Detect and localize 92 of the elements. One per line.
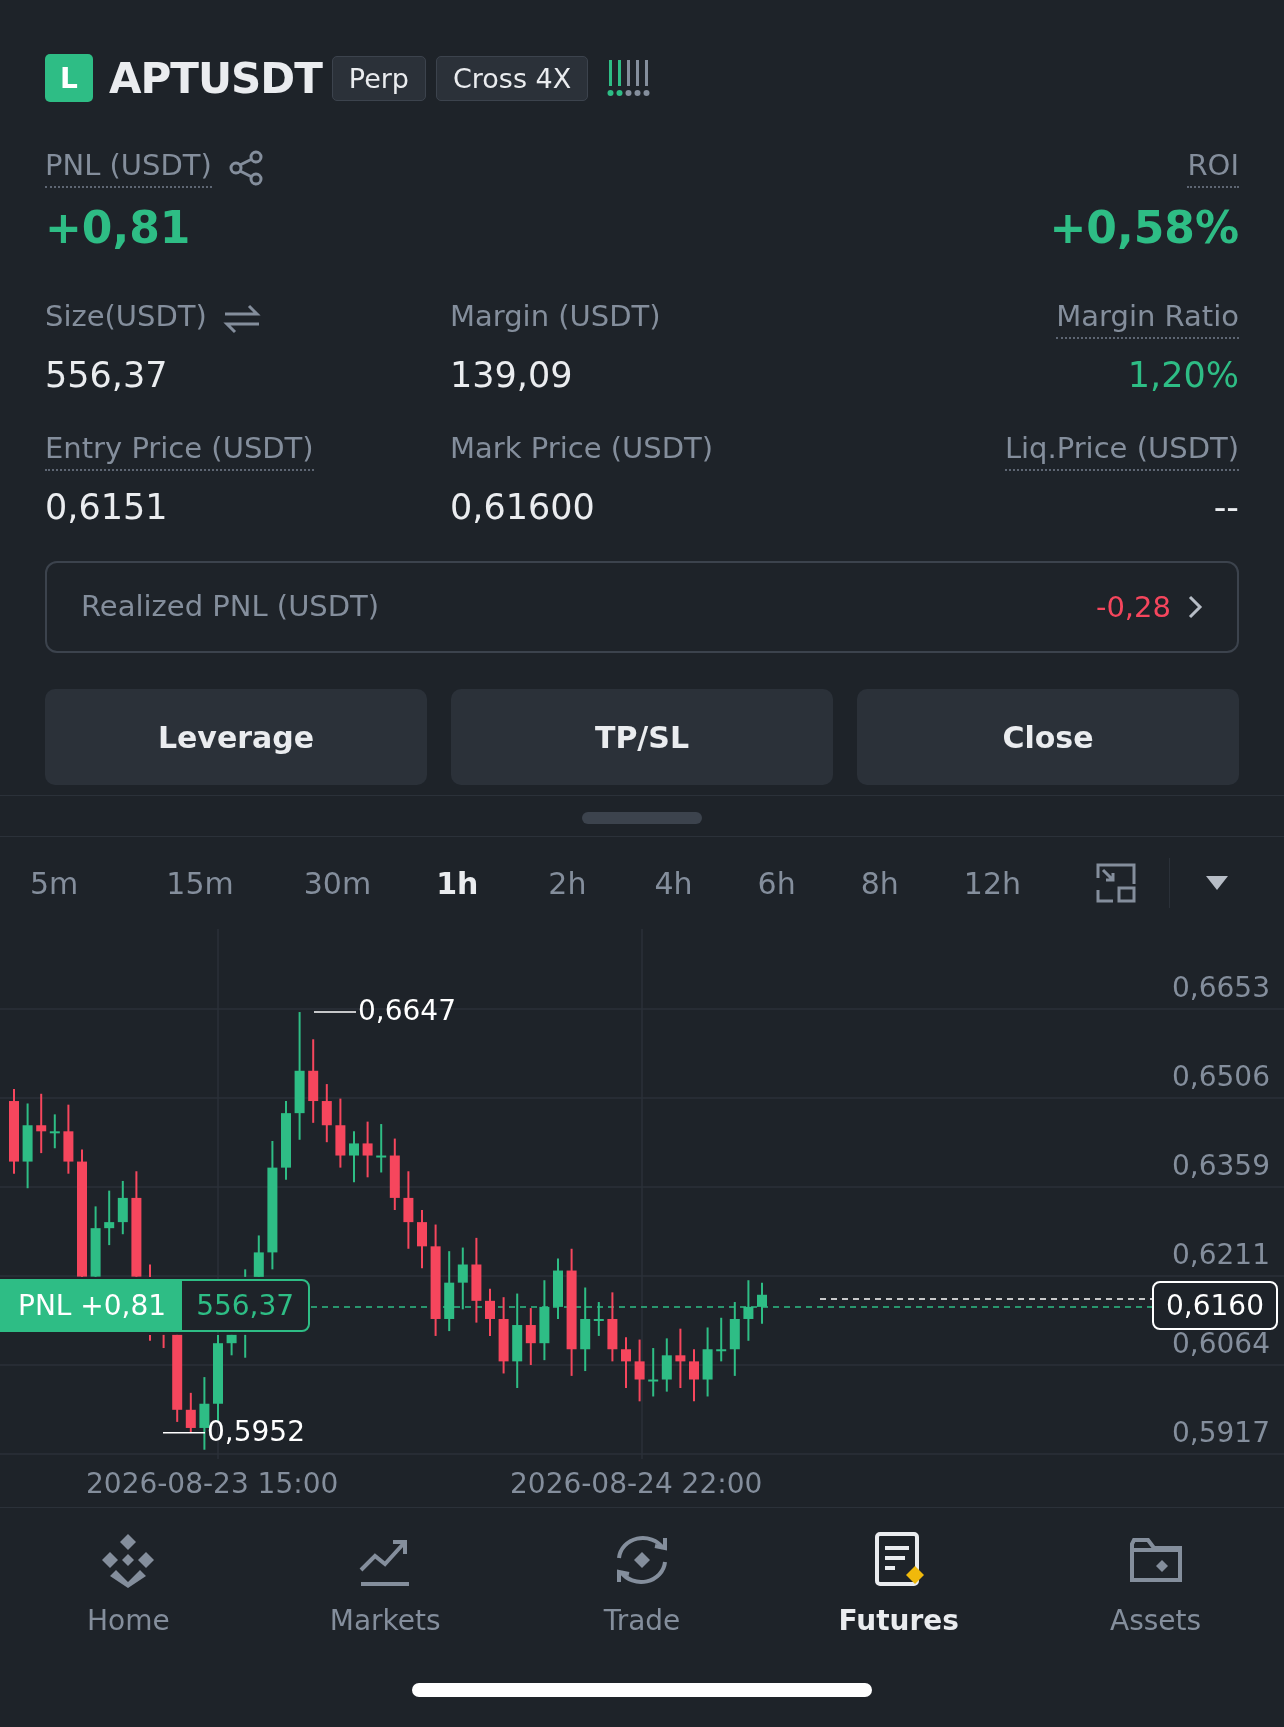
candlestick bbox=[49, 1113, 60, 1150]
candlestick bbox=[36, 1092, 47, 1155]
nav-tab[interactable]: Markets bbox=[285, 1530, 486, 1637]
candlestick bbox=[104, 1189, 115, 1247]
candlestick bbox=[149, 1333, 151, 1342]
candlestick bbox=[321, 1083, 332, 1144]
pnl-label: PNL (USDT) bbox=[45, 148, 212, 188]
long-badge: L bbox=[45, 54, 93, 102]
price-axis-label: 0,6653 bbox=[1172, 971, 1270, 1004]
price-axis-label: 0,6506 bbox=[1172, 1060, 1270, 1093]
candlestick bbox=[253, 1234, 264, 1278]
nav-tab[interactable]: Futures bbox=[798, 1530, 999, 1637]
action-button[interactable]: TP/SL bbox=[451, 689, 833, 785]
candlestick bbox=[349, 1130, 359, 1184]
chevron-right-icon bbox=[1187, 594, 1203, 620]
price-axis-label: 0,6211 bbox=[1172, 1238, 1270, 1271]
fullscreen-icon[interactable] bbox=[1095, 862, 1137, 904]
interval-tab[interactable]: 15m bbox=[166, 865, 234, 901]
realized-pnl-row[interactable]: Realized PNL (USDT) -0,28 bbox=[45, 561, 1239, 653]
leader-line bbox=[313, 1011, 357, 1013]
candlestick bbox=[244, 1333, 247, 1359]
candlestick bbox=[689, 1348, 699, 1403]
price-axis-label: 0,5917 bbox=[1172, 1416, 1270, 1449]
candlestick bbox=[675, 1327, 686, 1389]
pnl-tag[interactable]: PNL +0,81 bbox=[2, 1280, 183, 1330]
interval-tab[interactable]: 5m bbox=[30, 865, 79, 901]
stat-value: 0,61600 bbox=[450, 487, 595, 527]
candlestick bbox=[185, 1391, 196, 1434]
candlestick bbox=[702, 1326, 713, 1398]
candlestick bbox=[417, 1209, 427, 1270]
position-tag: Perp bbox=[331, 55, 426, 101]
stat-label: Entry Price (USDT) bbox=[45, 431, 314, 471]
interval-tab[interactable]: 6h bbox=[757, 865, 796, 901]
candlestick bbox=[149, 1263, 151, 1278]
stat-value: 556,37 bbox=[45, 355, 168, 395]
price-axis-label: 0,6359 bbox=[1172, 1149, 1270, 1182]
action-button[interactable]: Close bbox=[857, 689, 1239, 785]
candlestick bbox=[525, 1307, 536, 1366]
position-size-tag: 556,37 bbox=[182, 1280, 309, 1330]
candlestick bbox=[485, 1287, 495, 1337]
stat-value: -- bbox=[1213, 487, 1239, 527]
stat-value: 1,20% bbox=[1127, 355, 1239, 395]
nav-tab[interactable]: Trade bbox=[542, 1530, 742, 1637]
stat-label: Margin (USDT) bbox=[450, 299, 661, 335]
stat-label: Margin Ratio bbox=[1056, 299, 1239, 339]
action-button[interactable]: Leverage bbox=[45, 689, 427, 785]
interval-tab[interactable]: 2h bbox=[548, 865, 587, 901]
current-price-label: 0,6160 bbox=[1152, 1280, 1278, 1330]
candlestick bbox=[376, 1123, 387, 1174]
stat-value: 139,09 bbox=[450, 355, 573, 395]
candlestick bbox=[634, 1338, 645, 1403]
nav-tab[interactable]: Assets bbox=[1055, 1530, 1256, 1637]
symbol-title: APTUSDT bbox=[109, 53, 322, 103]
interval-tab[interactable]: 30m bbox=[303, 865, 372, 901]
stat-label: Size(USDT) bbox=[45, 299, 207, 335]
nav-tab[interactable]: Home bbox=[28, 1530, 229, 1637]
share-icon[interactable] bbox=[227, 150, 264, 186]
risk-meter-icon bbox=[606, 58, 651, 98]
realized-pnl-label: Realized PNL (USDT) bbox=[81, 589, 380, 625]
candlestick bbox=[63, 1103, 74, 1175]
leader-line bbox=[162, 1432, 206, 1434]
low-price-label: 0,5952 bbox=[207, 1414, 305, 1448]
high-price-label: 0,6647 bbox=[358, 994, 456, 1028]
interval-tab[interactable]: 4h bbox=[654, 865, 693, 901]
candlestick bbox=[661, 1337, 672, 1393]
price-axis-label: 0,6064 bbox=[1172, 1327, 1270, 1360]
date-axis-label: 2026-08-23 15:00 bbox=[86, 1467, 339, 1500]
candlestick bbox=[648, 1347, 659, 1398]
candlestick bbox=[362, 1120, 373, 1179]
position-tag: Cross 4X bbox=[436, 55, 589, 101]
roi-label: ROI bbox=[1187, 148, 1239, 188]
stat-label: Liq.Price (USDT) bbox=[1004, 431, 1239, 471]
dropdown-caret-icon[interactable] bbox=[1206, 876, 1228, 890]
interval-tab[interactable]: 12h bbox=[963, 865, 1021, 901]
roi-value: +0,58% bbox=[1049, 202, 1239, 253]
candlestick bbox=[117, 1179, 128, 1236]
candlestick bbox=[607, 1291, 618, 1363]
interval-tab[interactable]: 1h bbox=[436, 865, 479, 901]
candlestick bbox=[716, 1316, 727, 1363]
candlestick bbox=[226, 1333, 237, 1357]
stat-value: 0,6151 bbox=[45, 487, 168, 527]
swap-arrows-icon[interactable] bbox=[222, 303, 261, 335]
pnl-value: +0,81 bbox=[45, 202, 191, 253]
stat-label: Mark Price (USDT) bbox=[450, 431, 713, 467]
candlestick bbox=[244, 1268, 247, 1278]
date-axis-label: 2026-08-24 22:00 bbox=[510, 1467, 763, 1500]
candlestick bbox=[335, 1097, 346, 1169]
candlestick bbox=[621, 1336, 631, 1389]
candlestick bbox=[162, 1333, 165, 1350]
realized-pnl-value: -0,28 bbox=[1095, 590, 1171, 624]
interval-tab[interactable]: 8h bbox=[860, 865, 899, 901]
drag-handle[interactable] bbox=[582, 812, 702, 824]
